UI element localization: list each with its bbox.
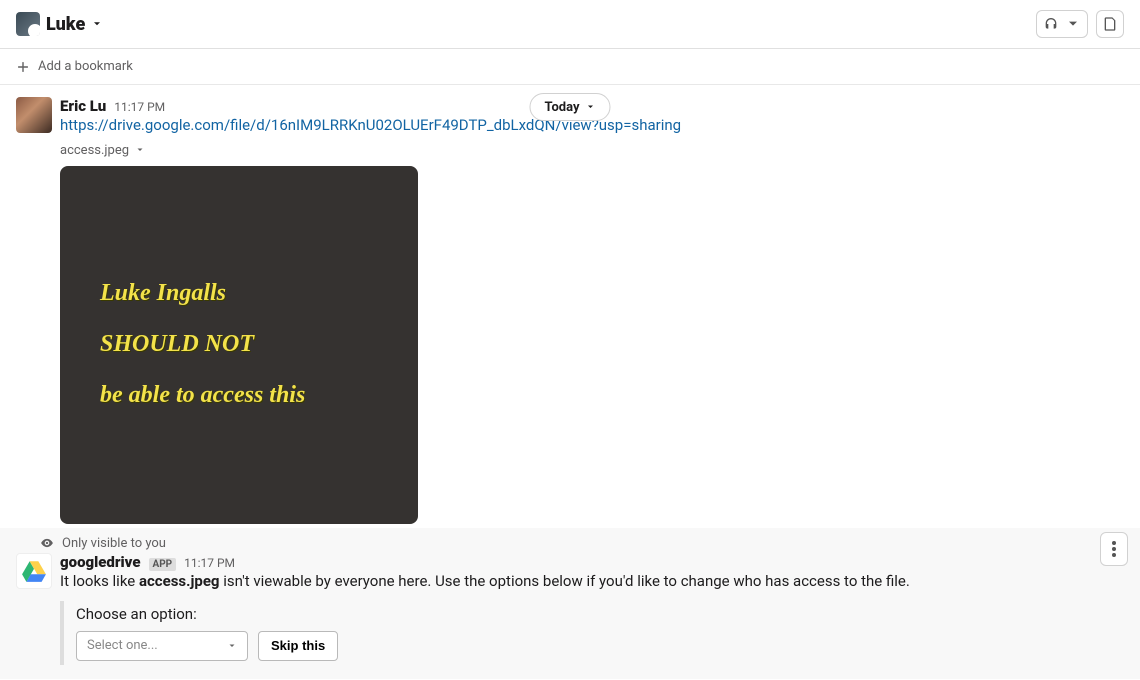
image-preview[interactable]: Luke Ingalls SHOULD NOT be able to acces… — [60, 166, 418, 524]
date-jump-button[interactable]: Today — [529, 93, 610, 121]
message: Eric Lu 11:17 PM https://drive.google.co… — [0, 85, 1140, 528]
select-placeholder: Select one... — [87, 638, 158, 653]
image-text-line: be able to access this — [100, 382, 418, 409]
chevron-down-icon — [586, 102, 596, 112]
attachment-block: Choose an option: Select one... Skip thi… — [60, 601, 1124, 665]
plus-icon — [16, 60, 30, 74]
headphones-icon — [1043, 16, 1059, 32]
timestamp[interactable]: 11:17 PM — [114, 100, 165, 114]
canvas-icon — [1102, 16, 1118, 32]
dm-avatar — [16, 12, 40, 36]
kebab-icon — [1112, 541, 1116, 557]
eye-icon — [40, 536, 54, 550]
author-name[interactable]: Eric Lu — [60, 97, 106, 115]
date-label: Today — [544, 100, 579, 115]
presence-indicator — [33, 29, 40, 36]
ephemeral-body: It looks like access.jpeg isn't viewable… — [60, 571, 1124, 593]
message-actions-button[interactable] — [1100, 532, 1128, 566]
huddle-button[interactable] — [1036, 10, 1088, 38]
image-text-line: Luke Ingalls — [100, 280, 418, 307]
chevron-down-icon — [1065, 16, 1081, 32]
chevron-down-icon — [91, 18, 103, 30]
timestamp[interactable]: 11:17 PM — [184, 556, 235, 570]
image-text-line: SHOULD NOT — [100, 331, 418, 358]
avatar[interactable] — [16, 97, 52, 133]
app-name[interactable]: googledrive — [60, 553, 141, 571]
channel-name: Luke — [46, 14, 85, 35]
add-bookmark-label: Add a bookmark — [38, 59, 133, 74]
app-avatar[interactable] — [16, 553, 52, 589]
channel-title-button[interactable]: Luke — [16, 12, 103, 36]
add-bookmark-button[interactable]: Add a bookmark — [0, 49, 1140, 85]
attachment-prompt: Choose an option: — [76, 605, 1124, 623]
app-badge: APP — [149, 558, 177, 571]
chevron-down-icon — [227, 641, 237, 651]
skip-button[interactable]: Skip this — [258, 631, 338, 661]
access-select[interactable]: Select one... — [76, 631, 248, 661]
file-label-button[interactable]: access.jpeg — [60, 143, 1124, 158]
file-name: access.jpeg — [60, 143, 129, 158]
google-drive-icon — [21, 558, 47, 584]
header-tools — [1036, 10, 1124, 38]
channel-header: Luke — [0, 0, 1140, 49]
canvas-button[interactable] — [1096, 10, 1124, 38]
only-visible-indicator: Only visible to you — [16, 536, 1124, 551]
ephemeral-message: Only visible to you googledrive APP 11:1… — [0, 528, 1140, 679]
caret-down-icon — [135, 145, 145, 155]
only-visible-label: Only visible to you — [62, 536, 166, 551]
